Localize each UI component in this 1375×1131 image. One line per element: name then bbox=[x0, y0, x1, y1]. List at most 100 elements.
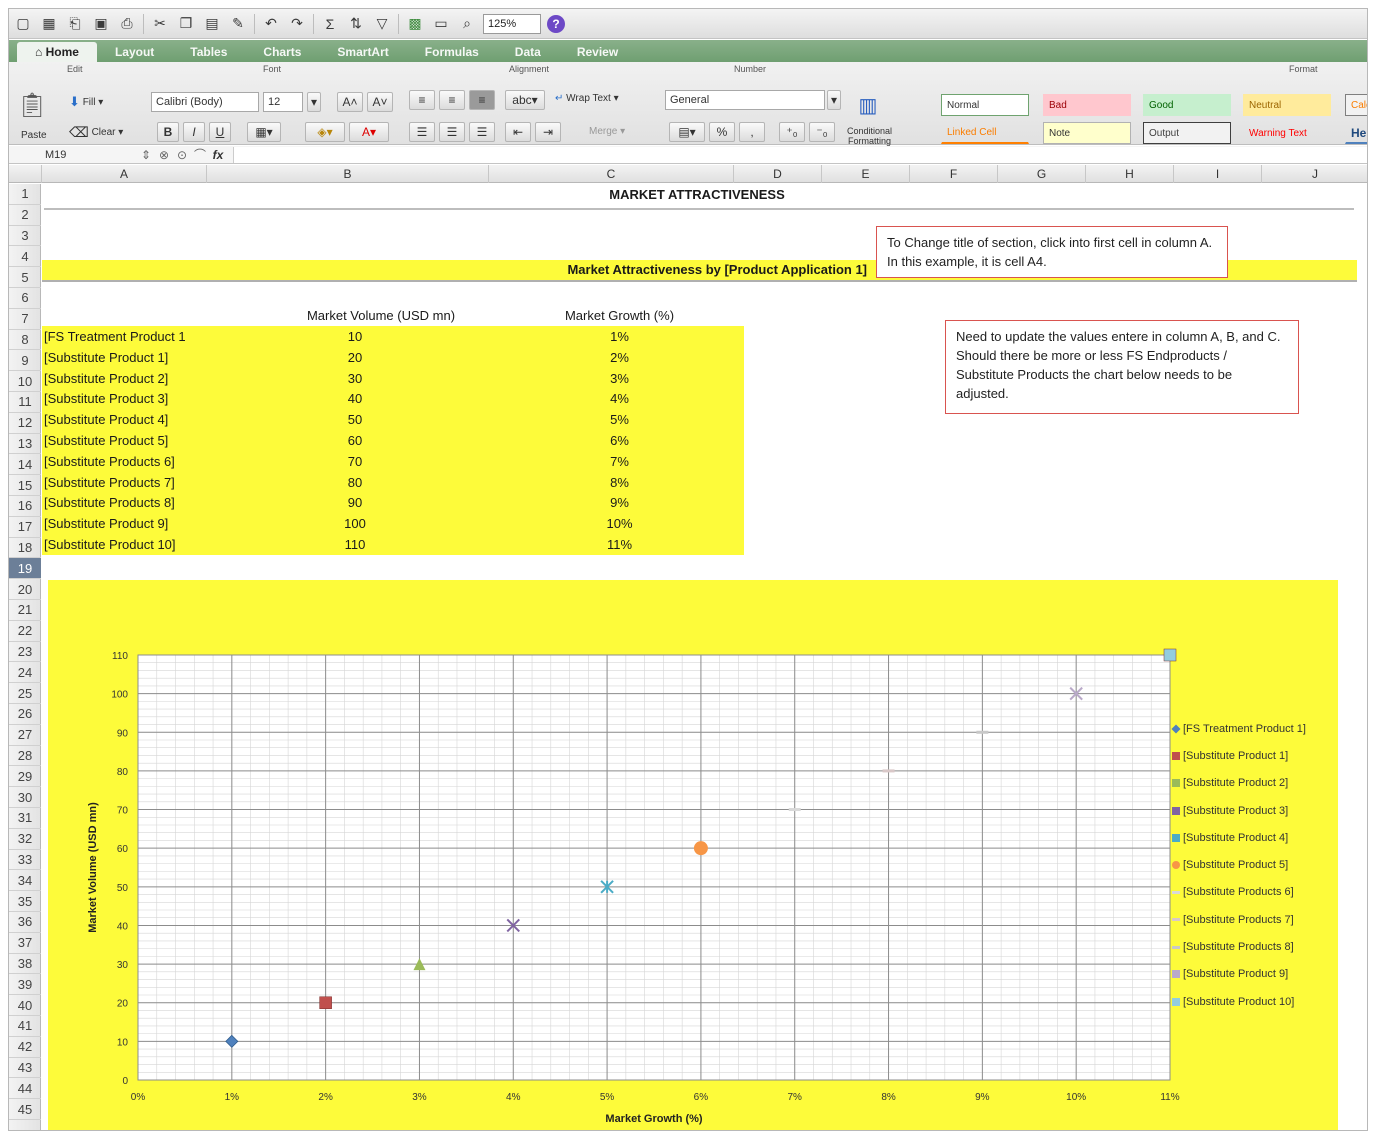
sort-icon[interactable]: ⇅ bbox=[346, 14, 366, 34]
column-header-b[interactable]: B bbox=[207, 165, 489, 183]
formula-input[interactable] bbox=[233, 146, 1367, 163]
font-color-button[interactable]: A▾ bbox=[349, 122, 389, 142]
legend-item[interactable]: [Substitute Product 4] bbox=[1172, 824, 1332, 851]
legend-item[interactable]: [Substitute Products 7] bbox=[1172, 906, 1332, 933]
row-header-22[interactable]: 22 bbox=[9, 621, 41, 642]
font-name-select[interactable]: Calibri (Body) bbox=[151, 92, 259, 112]
table-cell-volume[interactable]: 80 bbox=[240, 475, 470, 490]
table-cell-name[interactable]: [Substitute Product 10] bbox=[44, 537, 234, 552]
row-header-1[interactable]: 1 bbox=[9, 184, 41, 205]
table-cell-name[interactable]: [Substitute Product 4] bbox=[44, 412, 234, 427]
gallery-icon[interactable]: ▩ bbox=[405, 14, 425, 34]
redo-icon[interactable]: ↷ bbox=[287, 14, 307, 34]
table-cell-growth[interactable]: 6% bbox=[522, 433, 717, 448]
table-cell-volume[interactable]: 20 bbox=[240, 350, 470, 365]
borders-button[interactable]: ▦▾ bbox=[247, 122, 281, 142]
style-calculation[interactable]: Calc bbox=[1345, 94, 1367, 116]
table-cell-growth[interactable]: 2% bbox=[522, 350, 717, 365]
paste-icon[interactable]: ▤ bbox=[202, 14, 222, 34]
row-header-24[interactable]: 24 bbox=[9, 662, 41, 684]
style-output[interactable]: Output bbox=[1143, 122, 1231, 144]
row-header-42[interactable]: 42 bbox=[9, 1037, 41, 1058]
table-cell-growth[interactable]: 11% bbox=[522, 537, 717, 552]
row-header-13[interactable]: 13 bbox=[9, 434, 41, 455]
legend-item[interactable]: [Substitute Product 5] bbox=[1172, 851, 1332, 878]
column-header-a[interactable]: A bbox=[42, 165, 207, 183]
increase-indent-button[interactable]: ⇥ bbox=[535, 122, 561, 142]
function-wizard-icon[interactable]: ⌒ bbox=[191, 146, 209, 163]
grow-font-button[interactable]: A˄ bbox=[337, 92, 363, 112]
cut-icon[interactable]: ✂ bbox=[150, 14, 170, 34]
italic-button[interactable]: I bbox=[183, 122, 205, 142]
row-header-41[interactable]: 41 bbox=[9, 1016, 41, 1037]
table-cell-name[interactable]: [Substitute Products 7] bbox=[44, 475, 234, 490]
enter-icon[interactable]: ⊙ bbox=[173, 148, 191, 162]
legend-item[interactable]: [Substitute Product 10] bbox=[1172, 988, 1332, 1015]
table-cell-volume[interactable]: 10 bbox=[240, 329, 470, 344]
paste-icon[interactable]: 📋︎ bbox=[17, 90, 47, 120]
row-header-9[interactable]: 9 bbox=[9, 350, 41, 372]
clear-button[interactable]: ⌫ Clear ▾ bbox=[69, 124, 123, 141]
open-icon[interactable]: ⎗ bbox=[65, 14, 85, 34]
table-cell-volume[interactable]: 40 bbox=[240, 391, 470, 406]
row-header-29[interactable]: 29 bbox=[9, 766, 41, 788]
legend-item[interactable]: [Substitute Product 1] bbox=[1172, 742, 1332, 769]
legend-item[interactable]: [Substitute Product 3] bbox=[1172, 797, 1332, 824]
shrink-font-button[interactable]: A˅ bbox=[367, 92, 393, 112]
table-cell-name[interactable]: [Substitute Product 3] bbox=[44, 391, 234, 406]
table-cell-growth[interactable]: 1% bbox=[522, 329, 717, 344]
bold-button[interactable]: B bbox=[157, 122, 179, 142]
new-icon[interactable]: ▢ bbox=[13, 14, 33, 34]
save-icon[interactable]: ▣ bbox=[91, 14, 111, 34]
row-header-11[interactable]: 11 bbox=[9, 392, 41, 413]
zoom-icon[interactable]: ⌕ bbox=[457, 14, 477, 34]
select-all-corner[interactable] bbox=[9, 165, 42, 183]
decrease-decimal-button[interactable]: ⁻₀ bbox=[809, 122, 835, 142]
print-icon[interactable]: ⎙ bbox=[117, 14, 137, 34]
legend-item[interactable]: [Substitute Product 9] bbox=[1172, 961, 1332, 988]
row-header-32[interactable]: 32 bbox=[9, 829, 41, 850]
style-neutral[interactable]: Neutral bbox=[1243, 94, 1331, 116]
table-cell-name[interactable]: [Substitute Products 6] bbox=[44, 454, 234, 469]
row-header-25[interactable]: 25 bbox=[9, 683, 41, 704]
number-format-select[interactable]: General bbox=[665, 90, 825, 110]
column-header-j[interactable]: J bbox=[1262, 165, 1367, 183]
align-top-button[interactable]: ≡ bbox=[409, 90, 435, 110]
paste-button[interactable]: Paste bbox=[21, 130, 47, 141]
row-header-45[interactable]: 45 bbox=[9, 1099, 41, 1120]
column-header-f[interactable]: F bbox=[910, 165, 998, 183]
table-cell-name[interactable]: [Substitute Product 2] bbox=[44, 371, 234, 386]
legend-item[interactable]: [Substitute Product 2] bbox=[1172, 770, 1332, 797]
table-cell-name[interactable]: [Substitute Product 1] bbox=[44, 350, 234, 365]
row-header-14[interactable]: 14 bbox=[9, 454, 41, 476]
row-header-26[interactable]: 26 bbox=[9, 704, 41, 725]
row-header-10[interactable]: 10 bbox=[9, 371, 41, 392]
row-header-19[interactable]: 19 bbox=[9, 558, 41, 580]
section-title[interactable]: Market Attractiveness by [Product Applic… bbox=[522, 262, 867, 277]
style-normal[interactable]: Normal bbox=[941, 94, 1029, 116]
style-bad[interactable]: Bad bbox=[1043, 94, 1131, 116]
column-header-e[interactable]: E bbox=[822, 165, 910, 183]
column-header-d[interactable]: D bbox=[734, 165, 822, 183]
chart-legend[interactable]: [FS Treatment Product 1] [Substitute Prod… bbox=[1171, 715, 1332, 1015]
table-cell-volume[interactable]: 60 bbox=[240, 433, 470, 448]
fx-icon[interactable]: fx bbox=[209, 148, 227, 162]
scatter-chart[interactable]: 0% 1% 2% 3% 4% 5% 6% 7% 8% 9% 10% 11% 0 10 20 30 40 50 60 7… bbox=[48, 580, 1338, 1130]
table-cell-volume[interactable]: 50 bbox=[240, 412, 470, 427]
row-header-4[interactable]: 4 bbox=[9, 246, 41, 268]
row-header-31[interactable]: 31 bbox=[9, 808, 41, 829]
fill-color-button[interactable]: ◈▾ bbox=[305, 122, 345, 142]
row-header-3[interactable]: 3 bbox=[9, 226, 41, 247]
percent-button[interactable]: % bbox=[709, 122, 735, 142]
align-center-button[interactable]: ☰ bbox=[439, 122, 465, 142]
filter-icon[interactable]: ▽ bbox=[372, 14, 392, 34]
row-header-36[interactable]: 36 bbox=[9, 912, 41, 933]
decrease-indent-button[interactable]: ⇤ bbox=[505, 122, 531, 142]
row-header-35[interactable]: 35 bbox=[9, 891, 41, 912]
conditional-formatting-button[interactable]: Conditional Formatting bbox=[847, 126, 892, 146]
merge-button[interactable]: Merge ▾ bbox=[589, 126, 625, 137]
style-warning-text[interactable]: Warning Text bbox=[1243, 122, 1331, 144]
column-header-h[interactable]: H bbox=[1086, 165, 1174, 183]
conditional-formatting-icon[interactable]: ▥ bbox=[853, 90, 883, 120]
legend-item[interactable]: [Substitute Products 8] bbox=[1172, 933, 1332, 960]
